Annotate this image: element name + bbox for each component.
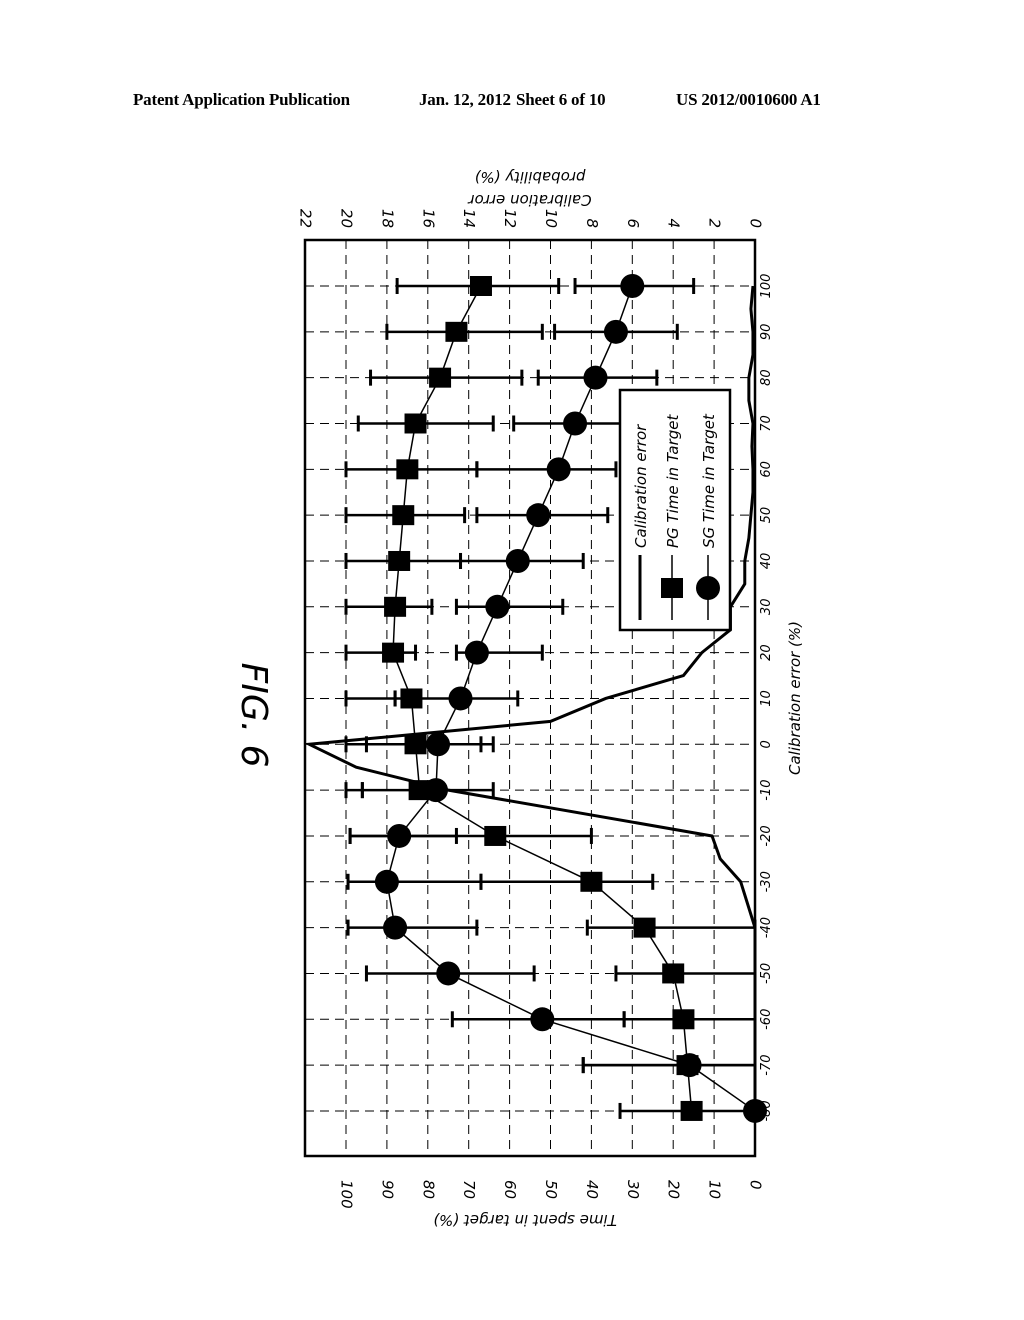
y-right-tick-label: 8 (583, 218, 601, 228)
x-axis-label: Calibration error (%) (786, 621, 804, 775)
y-left-tick-label: 90 (378, 1180, 396, 1199)
x-tick-label: -40 (759, 917, 774, 938)
legend-square-icon (661, 578, 683, 598)
y-right-tick-label: 12 (501, 209, 519, 228)
sg-circle-marker (436, 961, 461, 986)
pg-square-marker (382, 642, 405, 663)
legend-circle-icon (696, 576, 720, 600)
pg-square-marker (633, 917, 656, 938)
x-tick-label: 50 (759, 507, 774, 524)
x-tick-label: 20 (759, 644, 774, 661)
y-right-tick-label: 20 (338, 209, 356, 228)
y-left-tick-label: 80 (419, 1180, 437, 1199)
y-left-tick-label: 50 (542, 1180, 560, 1199)
pg-square-marker (384, 596, 407, 617)
sg-circle-marker (448, 686, 473, 711)
sg-circle-marker (426, 732, 451, 757)
y-right-tick-label: 22 (297, 209, 315, 228)
x-tick-label: 90 (759, 324, 774, 341)
pg-square-marker (672, 1009, 695, 1030)
y-left-axis-label: Time spent in target (%) (433, 1211, 617, 1229)
sg-circle-marker (563, 411, 588, 436)
legend: Calibration error PG Time in Target SG Tim… (618, 388, 732, 632)
legend-pg-label: PG Time in Target (664, 413, 682, 548)
figure-6-chart: FIG. 6 010203040506070809010002468101214… (233, 168, 804, 1229)
legend-calibration-error-label: Calibration error (632, 424, 650, 548)
sg-circle-marker (743, 1098, 767, 1123)
y-right-tick-label: 14 (460, 209, 478, 228)
sg-circle-marker (505, 548, 530, 573)
sg-circle-marker (546, 457, 571, 482)
pg-square-marker (445, 321, 468, 342)
pg-square-marker (388, 550, 411, 571)
x-tick-label: -50 (759, 963, 774, 984)
x-tick-label: 10 (759, 690, 774, 707)
pg-square-marker (404, 413, 427, 434)
figure-label: FIG. 6 (233, 662, 274, 767)
x-tick-label: -10 (759, 780, 774, 801)
pg-square-marker (580, 871, 603, 892)
y-right-tick-label: 2 (706, 218, 724, 228)
y-left-tick-label: 10 (706, 1180, 724, 1199)
sg-circle-marker (530, 1007, 555, 1032)
sg-circle-marker (603, 319, 628, 344)
legend-sg-label: SG Time in Target (700, 413, 718, 548)
sg-circle-marker (387, 823, 412, 848)
pg-square-marker (680, 1100, 703, 1121)
pg-square-marker (469, 276, 492, 296)
y-right-tick-label: 6 (624, 218, 642, 228)
y-right-axis-label-line2: probability (%) (474, 168, 586, 186)
x-tick-label: -70 (759, 1054, 774, 1075)
sg-circle-marker (677, 1053, 702, 1078)
pg-square-marker (484, 825, 507, 846)
y-right-tick-label: 0 (747, 218, 765, 228)
sg-circle-marker (620, 274, 645, 298)
x-tick-label: -20 (759, 825, 774, 846)
x-tick-label: 0 (759, 740, 774, 748)
y-left-tick-label: 20 (665, 1180, 683, 1199)
y-left-tick-label: 70 (460, 1180, 478, 1199)
y-right-tick-label: 4 (665, 218, 683, 228)
sg-circle-marker (464, 640, 489, 665)
pg-square-marker (396, 459, 419, 480)
pg-square-marker (429, 367, 452, 388)
sg-circle-marker (485, 594, 510, 619)
x-tick-label: 80 (759, 369, 774, 386)
sg-circle-marker (383, 915, 408, 940)
y-right-tick-label: 10 (542, 209, 560, 228)
y-right-axis-label: Calibration error (468, 191, 592, 209)
y-left-tick-label: 0 (747, 1180, 765, 1190)
tick-labels: 0102030405060708090100024681012141618202… (297, 168, 774, 1209)
sg-circle-marker (423, 778, 448, 803)
sg-circle-marker (583, 365, 608, 390)
y-left-tick-label: 100 (338, 1180, 356, 1209)
y-right-tick-label: 18 (378, 209, 396, 228)
x-tick-label: 70 (759, 415, 774, 432)
x-tick-label: 100 (759, 274, 774, 299)
x-tick-label: 40 (759, 553, 774, 570)
sg-circle-marker (526, 503, 551, 528)
x-tick-label: -30 (759, 871, 774, 892)
x-tick-label: 60 (759, 461, 774, 478)
pg-square-marker (392, 505, 415, 526)
y-right-tick-label: 16 (419, 209, 437, 228)
y-left-tick-label: 60 (501, 1180, 519, 1199)
x-tick-label: -60 (759, 1009, 774, 1030)
x-tick-label: 30 (759, 599, 774, 616)
y-left-tick-label: 30 (624, 1180, 642, 1199)
sg-circle-marker (374, 869, 399, 894)
pg-square-marker (662, 963, 685, 984)
y-left-tick-label: 40 (583, 1180, 601, 1199)
